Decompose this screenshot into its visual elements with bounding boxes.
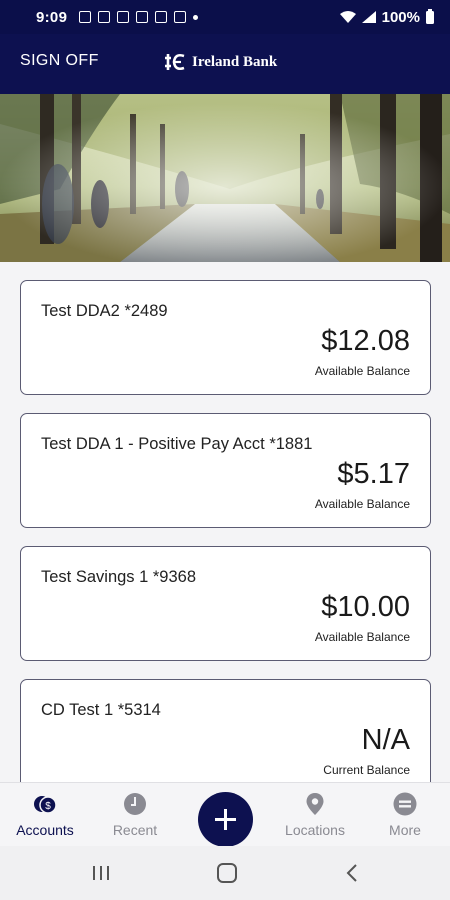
nav-accounts[interactable]: $ Accounts: [0, 783, 90, 847]
status-right: 100%: [339, 8, 434, 26]
account-name: CD Test 1 *5314: [41, 701, 161, 719]
add-action-button[interactable]: [198, 792, 253, 847]
notification-icons: [79, 11, 199, 23]
system-nav-bar: [0, 846, 450, 900]
bank-logo: Ireland Bank: [164, 50, 277, 74]
account-name: Test DDA 1 - Positive Pay Acct *1881: [41, 435, 313, 453]
nav-more[interactable]: More: [360, 783, 450, 847]
accounts-icon: $: [34, 796, 57, 814]
nav-more-label: More: [389, 822, 421, 838]
account-balance: $5.17: [337, 458, 410, 490]
notification-icon: [98, 11, 111, 23]
account-card[interactable]: CD Test 1 *5314 N/A Current Balance: [20, 679, 431, 782]
notification-icon: [155, 11, 168, 23]
account-balance: N/A: [361, 724, 410, 756]
nav-locations-label: Locations: [285, 822, 345, 838]
nav-accounts-label: Accounts: [16, 822, 74, 838]
balance-label: Available Balance: [314, 497, 410, 511]
account-name: Test DDA2 *2489: [41, 302, 168, 320]
image-icon: [174, 11, 187, 23]
location-pin-icon: [306, 793, 324, 815]
account-name: Test Savings 1 *9368: [41, 568, 197, 586]
balance-label: Available Balance: [314, 630, 410, 644]
status-bar: 9:09 100%: [0, 0, 450, 34]
nav-recent-label: Recent: [112, 822, 158, 838]
account-balance: $10.00: [321, 591, 410, 623]
account-list: Test DDA2 *2489 $12.08 Available Balance…: [0, 262, 450, 782]
nav-recent[interactable]: Recent: [90, 783, 180, 847]
back-icon[interactable]: [338, 860, 368, 886]
balance-label: Current Balance: [323, 763, 410, 777]
signal-icon: [361, 11, 376, 23]
notification-icon: [79, 11, 92, 23]
status-time: 9:09: [36, 8, 68, 26]
balance-label: Available Balance: [314, 364, 410, 378]
recent-apps-icon[interactable]: [86, 860, 116, 886]
battery-percent: 100%: [381, 8, 420, 26]
app-screen: 9:09 100% SIGN OFF Ireland Bank Test DDA…: [0, 0, 450, 900]
plus-icon: [215, 809, 236, 830]
hero-image: [0, 94, 450, 262]
account-balance: $12.08: [321, 325, 410, 357]
nav-locations[interactable]: Locations: [270, 783, 360, 847]
account-card[interactable]: Test DDA 1 - Positive Pay Acct *1881 $5.…: [20, 413, 431, 528]
notification-icon: [117, 11, 130, 23]
bank-name: Ireland Bank: [192, 53, 278, 70]
home-icon[interactable]: [212, 860, 242, 886]
more-menu-icon: [393, 792, 417, 816]
notification-icon: [136, 11, 149, 23]
clock-icon: [124, 793, 146, 815]
svg-text:$: $: [45, 801, 51, 812]
more-notifications-dot: [193, 14, 199, 20]
battery-icon: [426, 8, 434, 24]
account-card[interactable]: Test DDA2 *2489 $12.08 Available Balance: [20, 280, 431, 395]
logo-mark-icon: [165, 53, 185, 71]
app-header: SIGN OFF Ireland Bank: [0, 34, 450, 94]
account-card[interactable]: Test Savings 1 *9368 $10.00 Available Ba…: [20, 546, 431, 661]
sign-off-button[interactable]: SIGN OFF: [20, 52, 99, 70]
wifi-icon: [339, 11, 356, 23]
